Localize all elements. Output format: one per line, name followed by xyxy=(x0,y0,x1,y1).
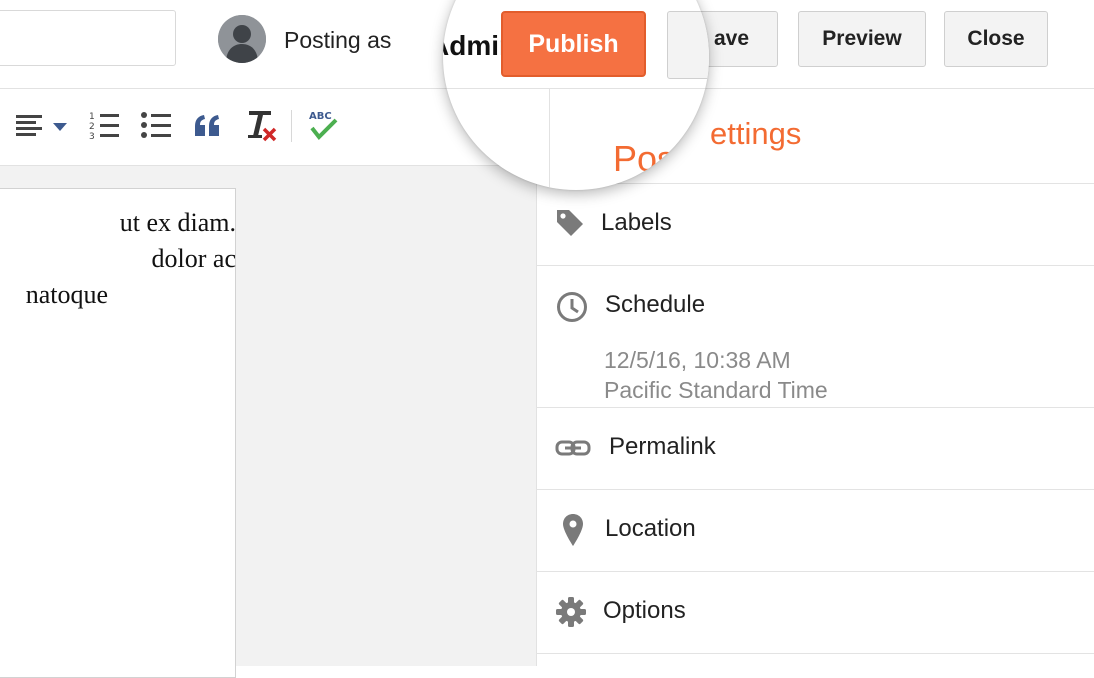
spellcheck-icon[interactable]: ABC xyxy=(306,108,340,147)
sidebar-item-label: Schedule xyxy=(605,291,706,318)
save-button-zoomed[interactable] xyxy=(667,11,709,79)
editor-line: natoque xyxy=(25,280,108,309)
publish-button[interactable]: Publish xyxy=(501,11,646,77)
toolbar-divider xyxy=(291,110,292,142)
magnifier-divider xyxy=(443,88,709,89)
post-settings-heading: ettings xyxy=(710,116,801,152)
post-settings-heading-zoomed: Pos xyxy=(613,138,676,179)
avatar xyxy=(218,15,266,63)
save-button-label: ave xyxy=(713,27,750,50)
svg-text:ABC: ABC xyxy=(309,111,332,122)
link-icon xyxy=(555,438,591,463)
magnifier-sidebar-edge xyxy=(549,89,550,190)
bullet-list-icon[interactable] xyxy=(140,109,174,148)
clock-icon xyxy=(556,291,588,328)
svg-text:3: 3 xyxy=(89,132,95,142)
remove-formatting-icon[interactable] xyxy=(245,108,279,147)
numbered-list-icon[interactable]: 1 2 3 xyxy=(88,109,122,148)
svg-text:1: 1 xyxy=(89,112,95,122)
svg-text:2: 2 xyxy=(89,122,95,132)
publish-button-label: Publish xyxy=(528,29,619,58)
sidebar-item-permalink[interactable]: Permalink xyxy=(536,408,1094,490)
editor-body-text[interactable]: ut ex diam. dolor ac natoque xyxy=(0,205,236,313)
quote-icon[interactable] xyxy=(193,112,223,145)
editor-line: dolor ac xyxy=(151,244,236,273)
align-icon[interactable] xyxy=(14,112,72,145)
editor-line: ut ex diam. xyxy=(119,208,236,237)
tag-icon xyxy=(555,208,585,243)
preview-button[interactable]: Preview xyxy=(798,11,926,67)
sidebar-item-label: Permalink xyxy=(609,433,716,460)
sidebar-item-label: Options xyxy=(603,597,686,624)
sidebar-item-location[interactable]: Location xyxy=(536,490,1094,572)
sidebar-item-schedule[interactable]: Schedule 12/5/16, 10:38 AM Pacific Stand… xyxy=(536,266,1094,408)
post-settings-heading-right: ettings xyxy=(710,116,802,151)
pin-icon xyxy=(562,513,584,552)
preview-button-label: Preview xyxy=(822,27,902,50)
schedule-timezone: Pacific Standard Time xyxy=(604,377,828,403)
sidebar-item-label: Location xyxy=(605,515,696,542)
close-button[interactable]: Close xyxy=(944,11,1048,67)
post-title-input[interactable] xyxy=(0,10,176,66)
close-button-label: Close xyxy=(967,27,1025,50)
sidebar-item-labels[interactable]: Labels xyxy=(536,184,1094,266)
posting-as-prefix: Posting as xyxy=(284,27,392,53)
sidebar-item-options[interactable]: Options xyxy=(536,572,1094,654)
sidebar-item-label: Labels xyxy=(601,209,672,236)
gear-icon xyxy=(555,596,587,633)
schedule-datetime: 12/5/16, 10:38 AM xyxy=(604,347,791,373)
posting-as-text: Posting as xyxy=(284,27,391,54)
